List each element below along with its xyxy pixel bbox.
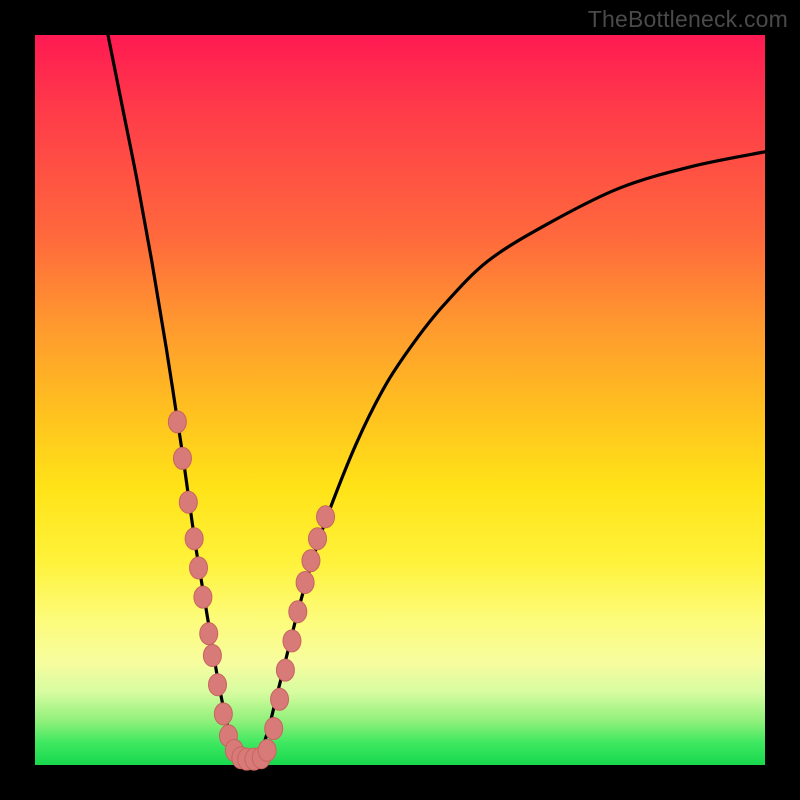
data-marker bbox=[296, 572, 314, 594]
data-marker bbox=[302, 550, 320, 572]
curve-right-branch bbox=[254, 152, 765, 765]
data-marker bbox=[179, 491, 197, 513]
data-marker bbox=[209, 674, 227, 696]
data-marker bbox=[289, 601, 307, 623]
data-marker bbox=[200, 623, 218, 645]
data-marker bbox=[190, 557, 208, 579]
data-marker bbox=[168, 411, 186, 433]
data-marker bbox=[276, 659, 294, 681]
data-marker bbox=[185, 528, 203, 550]
chart-svg bbox=[35, 35, 765, 765]
data-marker bbox=[194, 586, 212, 608]
data-marker bbox=[271, 688, 289, 710]
data-marker bbox=[309, 528, 327, 550]
data-marker bbox=[317, 506, 335, 528]
data-marker bbox=[283, 630, 301, 652]
data-marker bbox=[258, 739, 276, 761]
watermark-text: TheBottleneck.com bbox=[588, 6, 788, 33]
data-marker bbox=[265, 718, 283, 740]
data-marker bbox=[173, 447, 191, 469]
plot-area bbox=[35, 35, 765, 765]
data-marker bbox=[203, 645, 221, 667]
data-marker bbox=[214, 703, 232, 725]
marker-group bbox=[168, 411, 334, 770]
chart-frame: TheBottleneck.com bbox=[0, 0, 800, 800]
